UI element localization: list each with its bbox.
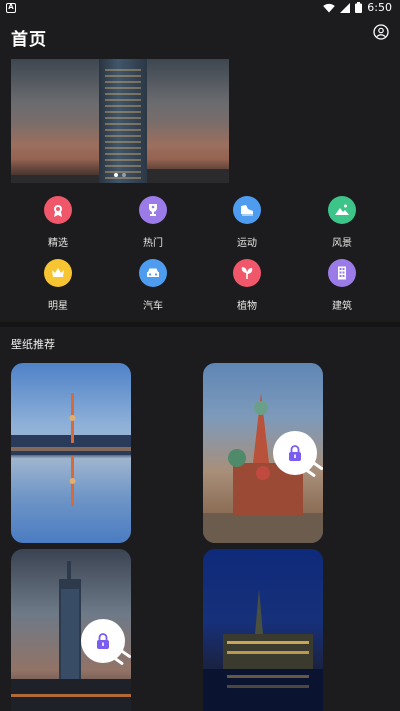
profile-button[interactable] xyxy=(373,24,389,40)
wallpaper-card[interactable] xyxy=(11,549,131,711)
category-label: 植物 xyxy=(237,301,257,312)
ribbon-icon xyxy=(44,196,72,224)
crown-icon xyxy=(44,259,72,287)
status-time: 6:50 xyxy=(367,1,392,14)
carousel-dot[interactable] xyxy=(122,173,126,177)
category-label: 明星 xyxy=(48,301,68,312)
wallpaper-card[interactable] xyxy=(203,363,323,543)
carousel-indicator xyxy=(11,173,229,177)
category-label: 热门 xyxy=(143,238,163,249)
category-label: 运动 xyxy=(237,238,257,249)
signal-icon xyxy=(340,2,351,13)
wallpaper-image xyxy=(203,589,323,711)
banner-carousel[interactable] xyxy=(11,59,229,183)
sprout-icon xyxy=(233,259,261,287)
status-bar: A 6:50 xyxy=(0,0,400,16)
trophy-icon xyxy=(139,196,167,224)
lock-icon xyxy=(97,633,109,649)
app-header: 首页 xyxy=(0,16,400,56)
page-title: 首页 xyxy=(11,30,47,50)
category-item[interactable]: 植物 xyxy=(207,259,287,312)
carousel-dot[interactable] xyxy=(114,173,118,177)
section-title: 壁纸推荐 xyxy=(11,338,55,351)
wifi-icon xyxy=(323,3,336,13)
category-item[interactable]: 建筑 xyxy=(302,259,382,312)
category-item[interactable]: 汽车 xyxy=(113,259,193,312)
user-circle-icon xyxy=(373,24,389,40)
category-item[interactable]: 精选 xyxy=(18,196,98,249)
sneaker-icon xyxy=(233,196,261,224)
app-notification-icon: A xyxy=(6,3,16,13)
wallpaper-image xyxy=(11,393,131,506)
lock-badge xyxy=(81,619,125,663)
category-item[interactable]: 明星 xyxy=(18,259,98,312)
wallpaper-card[interactable] xyxy=(203,549,323,711)
banner-image xyxy=(99,59,147,183)
category-item[interactable]: 运动 xyxy=(207,196,287,249)
battery-icon xyxy=(355,2,363,13)
building-icon xyxy=(328,259,356,287)
category-label: 精选 xyxy=(48,238,68,249)
lock-badge xyxy=(273,431,317,475)
category-label: 汽车 xyxy=(143,301,163,312)
car-icon xyxy=(139,259,167,287)
category-label: 建筑 xyxy=(332,301,352,312)
lock-icon xyxy=(289,445,301,461)
category-item[interactable]: 热门 xyxy=(113,196,193,249)
category-label: 风景 xyxy=(332,238,352,249)
category-item[interactable]: 风景 xyxy=(302,196,382,249)
landscape-icon xyxy=(328,196,356,224)
wallpaper-card[interactable] xyxy=(11,363,131,543)
section-divider xyxy=(0,322,400,327)
